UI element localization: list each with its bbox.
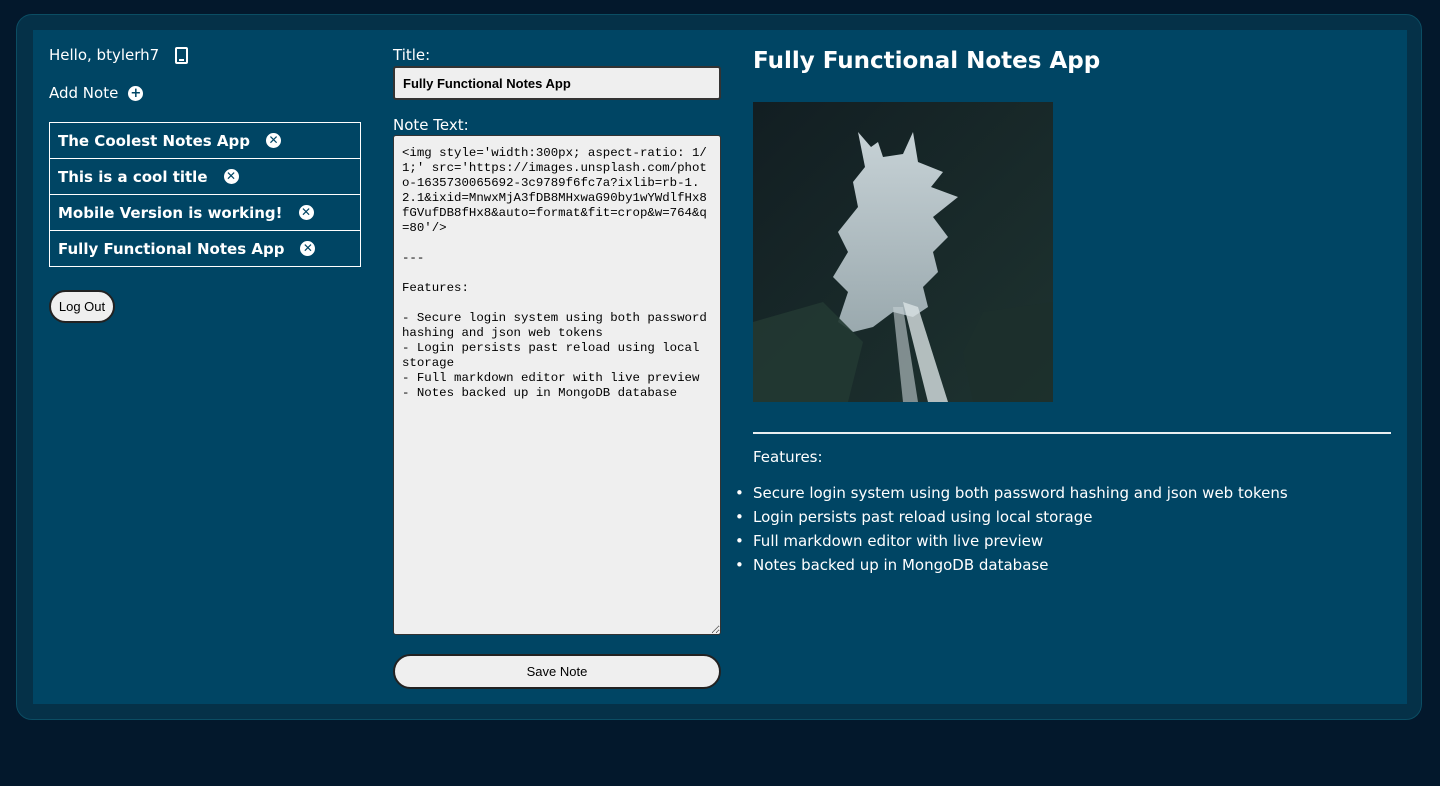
note-title: Mobile Version is working! [58,203,283,222]
note-text-label: Note Text: [393,116,469,134]
list-item: Login persists past reload using local s… [735,508,1288,532]
features-heading: Features: [753,448,823,466]
note-title: Fully Functional Notes App [58,239,285,258]
title-label: Title: [393,46,431,64]
note-item[interactable]: The Coolest Notes App ✕ [49,122,361,159]
note-item[interactable]: Mobile Version is working! ✕ [49,194,361,231]
list-item: Secure login system using both password … [735,484,1288,508]
logout-button[interactable]: Log Out [49,290,115,323]
horizontal-rule [753,432,1391,434]
notes-list: The Coolest Notes App ✕ This is a cool t… [49,122,361,267]
note-title: The Coolest Notes App [58,131,250,150]
note-item[interactable]: This is a cool title ✕ [49,158,361,195]
preview-image [753,102,1053,402]
preview-title: Fully Functional Notes App [753,48,1101,74]
note-item[interactable]: Fully Functional Notes App ✕ [49,230,361,267]
delete-note-icon[interactable]: ✕ [300,241,316,256]
list-item: Notes backed up in MongoDB database [735,556,1288,580]
user-greeting: Hello, btylerh7 [49,46,189,64]
list-item: Full markdown editor with live preview [735,532,1288,556]
greeting-text: Hello, btylerh7 [49,46,160,64]
save-note-button[interactable]: Save Note [393,654,721,689]
title-input[interactable] [393,66,721,100]
add-note-button[interactable]: Add Note + [49,84,144,102]
add-note-label: Add Note [49,84,119,102]
tablet-icon[interactable] [175,46,189,64]
delete-note-icon[interactable]: ✕ [266,133,281,148]
delete-note-icon[interactable]: ✕ [223,169,239,184]
note-title: This is a cool title [58,167,208,186]
features-list: Secure login system using both password … [735,484,1288,580]
plus-circle-icon[interactable]: + [128,85,144,101]
delete-note-icon[interactable]: ✕ [298,205,314,220]
note-text-area[interactable]: <img style='width:300px; aspect-ratio: 1… [393,135,721,635]
